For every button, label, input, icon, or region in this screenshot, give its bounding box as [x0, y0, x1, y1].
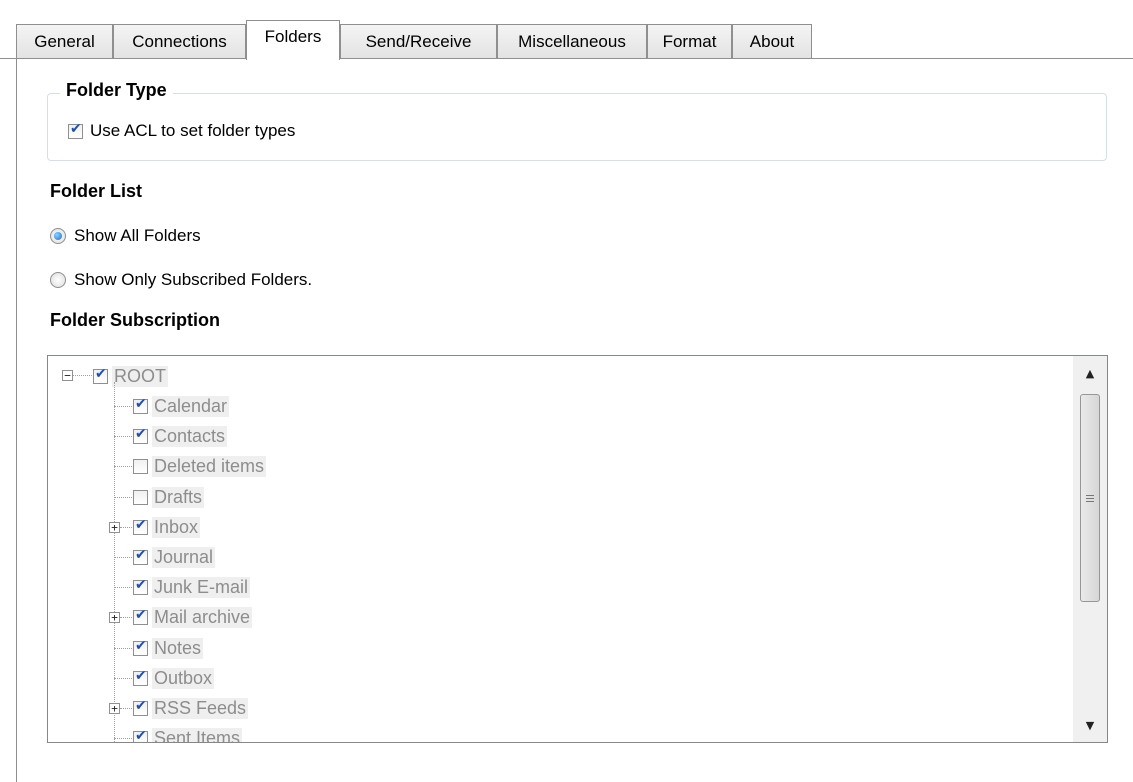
use-acl-checkbox-row[interactable]: Use ACL to set folder types [68, 121, 295, 141]
tree-item-label: Contacts [152, 425, 228, 447]
scroll-down-arrow-icon[interactable]: ▼ [1073, 708, 1107, 742]
tree-item[interactable]: Drafts [133, 483, 205, 511]
use-acl-label: Use ACL to set folder types [90, 121, 296, 140]
tree-item-label: Notes [152, 637, 204, 659]
tree-item-label: ROOT [112, 365, 168, 387]
folder-checkbox[interactable] [133, 547, 148, 565]
folder-subscription-title: Folder Subscription [50, 310, 221, 330]
show-all-folders-option[interactable]: Show All Folders [50, 226, 201, 246]
folder-type-title: Folder Type [60, 80, 173, 101]
scrollbar-grip-icon [1086, 494, 1094, 502]
folder-checkbox[interactable] [133, 577, 148, 595]
tree-item-label: Calendar [152, 395, 230, 417]
folder-checkbox[interactable] [133, 458, 148, 474]
folder-checkbox[interactable] [133, 668, 148, 686]
tree-item-label: Outbox [152, 667, 215, 689]
tree-item-label: Inbox [152, 516, 201, 538]
tab-folders[interactable]: Folders [246, 20, 340, 60]
folder-checkbox[interactable] [133, 426, 148, 444]
tree-item-label: Deleted items [152, 455, 267, 477]
folder-checkbox[interactable] [133, 728, 148, 742]
tab-strip: General Connections Folders Send/Receive… [0, 0, 1133, 60]
tree-item-label: Junk E-mail [152, 576, 251, 598]
tree-item[interactable]: Inbox [133, 513, 201, 541]
tree-item[interactable]: Notes [133, 634, 204, 662]
expand-icon[interactable]: + [109, 612, 120, 623]
folder-subscription-tree[interactable]: − ROOT Calendar Contacts Deleted items Draf… [47, 355, 1108, 743]
show-subscribed-folders-radio[interactable] [50, 272, 66, 288]
tab-format[interactable]: Format [647, 24, 732, 58]
use-acl-checkbox[interactable] [68, 121, 83, 139]
tree-item[interactable]: Journal [133, 543, 216, 571]
tab-about[interactable]: About [732, 24, 812, 58]
tree-item[interactable]: Outbox [133, 664, 215, 692]
scroll-up-arrow-icon[interactable]: ▲ [1073, 356, 1107, 390]
tree-item-label: Mail archive [152, 606, 253, 628]
tab-panel-border [0, 58, 1133, 59]
tree-item[interactable]: Junk E-mail [133, 573, 251, 601]
scrollbar-thumb[interactable] [1080, 394, 1100, 602]
tree-item[interactable]: Sent Items [133, 724, 243, 742]
folder-checkbox[interactable] [133, 489, 148, 505]
folder-checkbox[interactable] [133, 396, 148, 414]
tab-miscellaneous[interactable]: Miscellaneous [497, 24, 647, 58]
tree-vertical-scrollbar[interactable]: ▲ ▼ [1073, 356, 1107, 742]
folder-checkbox[interactable] [133, 517, 148, 535]
folder-checkbox[interactable] [133, 638, 148, 656]
tree-item[interactable]: RSS Feeds [133, 694, 249, 722]
tree-item-root[interactable]: ROOT [93, 362, 168, 390]
show-all-folders-radio[interactable] [50, 228, 66, 244]
folder-checkbox[interactable] [133, 698, 148, 716]
tree-item-label: Journal [152, 546, 216, 568]
folder-list-title: Folder List [50, 181, 143, 201]
tree-item[interactable]: Mail archive [133, 603, 253, 631]
folder-checkbox[interactable] [133, 607, 148, 625]
expand-icon[interactable]: + [109, 522, 120, 533]
tab-general[interactable]: General [16, 24, 113, 58]
tree-item-label: Sent Items [152, 727, 243, 742]
show-all-folders-label: Show All Folders [74, 226, 201, 245]
tab-connections[interactable]: Connections [113, 24, 246, 58]
tree-item[interactable]: Contacts [133, 422, 228, 450]
tree-item[interactable]: Deleted items [133, 452, 267, 480]
tab-send-receive[interactable]: Send/Receive [340, 24, 497, 58]
root-checkbox[interactable] [93, 366, 108, 384]
expand-icon[interactable]: + [109, 703, 120, 714]
show-subscribed-folders-label: Show Only Subscribed Folders. [74, 270, 313, 289]
tree-item-label: RSS Feeds [152, 697, 249, 719]
tree-item-label: Drafts [152, 486, 205, 508]
show-subscribed-folders-option[interactable]: Show Only Subscribed Folders. [50, 270, 312, 290]
tree-item[interactable]: Calendar [133, 392, 230, 420]
collapse-icon[interactable]: − [62, 370, 73, 381]
tab-panel-left-border [16, 58, 17, 782]
